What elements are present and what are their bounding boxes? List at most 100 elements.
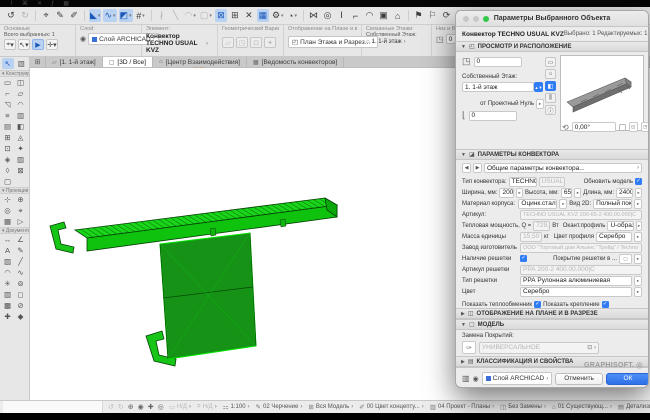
select-same-icon[interactable]: ▶ xyxy=(32,39,44,50)
height-field[interactable]: 65 xyxy=(560,187,573,198)
top-elevation-field[interactable]: 0 xyxy=(473,56,522,67)
update-model-checkbox[interactable]: ✓ xyxy=(635,178,642,185)
zoom-tool-icon[interactable]: ◎ xyxy=(322,9,334,22)
quick-layers-icon[interactable]: ▦ xyxy=(256,9,269,22)
datum-menu-button[interactable]: ▸ xyxy=(536,99,544,109)
section-convector-params[interactable]: ▼ ◪ ПАРАМЕТРЫ КОНВЕКТОРА xyxy=(456,149,648,160)
hotspot-tool-icon[interactable]: ✳ xyxy=(1,278,14,289)
renovation-status[interactable]: ⌂ 01 Существующ... › xyxy=(552,404,612,411)
page-next-button[interactable]: ▶ xyxy=(473,163,482,173)
object-tool-icon[interactable]: ⊡ xyxy=(1,143,14,154)
trace-status[interactable]: ⌗ Н/Д › xyxy=(197,403,217,411)
axo-view-icon[interactable]: ⊕ xyxy=(14,194,27,205)
figure-tool-icon[interactable]: ⊚ xyxy=(14,278,27,289)
paint-roller-icon[interactable]: ✑ xyxy=(462,341,476,354)
marker-tool-icon[interactable]: ⊘ xyxy=(14,300,27,311)
length-field[interactable]: 2400 xyxy=(616,187,634,198)
type-field[interactable]: TECHNO xyxy=(508,176,537,187)
snap-grid-icon[interactable]: # ▾ xyxy=(135,9,147,22)
flag-icon[interactable]: ⚑ xyxy=(413,9,425,22)
stepper-icon[interactable]: ▲▼ xyxy=(534,82,543,92)
view2d-field[interactable]: Полный показ xyxy=(593,198,633,209)
arrow-tool-icon[interactable]: ↖ xyxy=(2,58,14,69)
more-options-icon[interactable]: ✛ ▾ xyxy=(46,39,58,50)
view-tab-4[interactable]: ▦ [Ведомость конвекторов] xyxy=(247,57,345,67)
toolbox-section-2[interactable]: ▾ Проекции xyxy=(0,187,29,194)
preview-section-icon[interactable]: ⫼ xyxy=(545,93,556,103)
syringe-icon[interactable]: ✐ xyxy=(68,9,80,22)
preview-info-icon[interactable]: ⓘ xyxy=(545,105,556,115)
image-icon[interactable]: ▣ xyxy=(378,9,390,22)
show-exchanger-checkbox[interactable]: ✓ xyxy=(534,301,542,308)
pattern-tool-icon[interactable]: ▩ xyxy=(1,300,14,311)
width-menu[interactable]: ▸ xyxy=(516,187,523,198)
profile-field[interactable]: U-образный xyxy=(607,220,634,231)
mesh-tool-icon[interactable]: ▨ xyxy=(14,154,27,165)
window-tool-icon[interactable]: ⊞ xyxy=(1,132,14,143)
shell-tool-icon[interactable]: ◠ xyxy=(14,99,27,110)
settings-icon[interactable]: ⚙ ▾ xyxy=(271,9,285,22)
region-tool-icon[interactable]: ◻ xyxy=(14,289,27,300)
layers-panel-icon[interactable]: ▥ xyxy=(462,374,470,383)
fill-tool-icon[interactable]: ▨ xyxy=(1,256,14,267)
corner-icon[interactable]: ⌐ xyxy=(350,9,362,22)
camera-tool-icon[interactable]: ⌖ xyxy=(14,205,27,216)
arc-icon[interactable]: ◠ xyxy=(364,9,376,22)
schedule-icon[interactable]: ⊞ xyxy=(229,9,241,22)
door-tool-icon[interactable]: ◧ xyxy=(14,121,27,132)
view-tab-2[interactable]: ▢ [3D / Все] xyxy=(102,57,153,67)
view2d-menu[interactable]: ▸ xyxy=(634,198,642,209)
color-menu[interactable]: ▸ xyxy=(634,286,642,297)
align-icon[interactable]: ⋈ xyxy=(308,9,320,22)
eye-icon[interactable]: ◉ xyxy=(473,375,479,383)
material-menu[interactable]: ▸ xyxy=(559,198,568,209)
scale-status[interactable]: ⚏ 1:100 › xyxy=(223,403,250,411)
fit-view-icon[interactable]: ◎ xyxy=(158,403,164,411)
morph-tool-icon[interactable]: ◊ xyxy=(1,165,14,176)
marquee-menu-icon[interactable]: ↖ ▾ xyxy=(18,39,30,50)
walkthrough-icon[interactable]: ▷ xyxy=(14,216,27,227)
railing-tool-icon[interactable]: ▥ xyxy=(14,110,27,121)
section-view-location[interactable]: ▼ ◰ ПРОСМОТР И РАСПОЛОЖЕНИЕ xyxy=(456,41,648,52)
section-plan-display[interactable]: ▶ ◫ ОТОБРАЖЕНИЕ НА ПЛАНЕ И В РАЗРЕЗЕ xyxy=(456,308,648,319)
pick-icon[interactable]: ⌖ xyxy=(40,9,52,22)
close-icon[interactable]: ✕ xyxy=(37,1,42,7)
story-value[interactable]: 1. 1-й этаж xyxy=(372,39,402,45)
command-icon[interactable]: ⌘ xyxy=(22,1,28,7)
eye-icon[interactable]: ◉ xyxy=(80,35,86,43)
graphic-override-status[interactable]: ◫ Без Замены › xyxy=(500,403,546,411)
spline-tool-icon[interactable]: ∿ xyxy=(14,267,27,278)
override-pen-status[interactable]: ✐ 00 Цвет концепту... › xyxy=(359,403,423,411)
model-view-status[interactable]: ⊞ Вся Модель › xyxy=(308,403,353,411)
split-icon[interactable]: ╲ xyxy=(170,9,182,22)
element-value[interactable]: Конвектор TECHNO USUAL KVZ xyxy=(146,33,204,54)
roof-tool-icon[interactable]: ◹ xyxy=(1,99,14,110)
orbit-left-icon[interactable]: ↺ xyxy=(108,403,114,411)
profile-menu[interactable]: ▸ xyxy=(635,220,642,231)
view-tab-1[interactable]: ▱ [1. 1-й этаж] xyxy=(46,57,103,67)
reference-snap-icon[interactable]: ◩ ▾ xyxy=(118,9,133,22)
ok-button[interactable]: ОК xyxy=(605,372,648,385)
preview-3d-icon[interactable]: ◧ xyxy=(545,81,556,91)
grid-view-icon[interactable]: ▦ xyxy=(1,216,14,227)
edge-snap-icon[interactable]: ∿ ▾ xyxy=(103,9,117,22)
plane-snap-icon[interactable]: ◣ ▾ xyxy=(89,9,102,22)
page-prev-button[interactable]: ◀ xyxy=(462,163,471,173)
grille-type-field[interactable]: РРА Рулонная алюминиевая xyxy=(520,275,632,286)
section-model[interactable]: ▼ ▢ МОДЕЛЬ xyxy=(456,319,648,330)
length-menu[interactable]: ▸ xyxy=(635,187,642,198)
text-cursor-icon[interactable]: Ⅰ xyxy=(336,9,348,22)
marquee-status[interactable]: ▭ Н/Д › xyxy=(169,403,191,411)
home-icon[interactable]: ⌂ xyxy=(392,9,404,22)
quad-view-icon[interactable]: ⊞ xyxy=(30,57,46,67)
orbit-right-icon[interactable]: ↻ xyxy=(118,403,124,411)
reset-button[interactable]: ◳ xyxy=(640,122,648,132)
slab-tool-icon[interactable]: ▱ xyxy=(14,88,27,99)
grille-coating-menu[interactable]: ▸ xyxy=(634,253,642,264)
undo-icon[interactable]: ↺ xyxy=(5,9,17,22)
penset-status[interactable]: ✎ 02 Черчение › xyxy=(256,403,303,411)
label-tool-icon[interactable]: ✎ xyxy=(14,245,27,256)
hatch-tool-icon[interactable]: ▧ xyxy=(1,289,14,300)
fillet-icon[interactable]: ◠ ▾ xyxy=(184,9,197,22)
arc-tool-icon[interactable]: ◠ xyxy=(1,267,14,278)
